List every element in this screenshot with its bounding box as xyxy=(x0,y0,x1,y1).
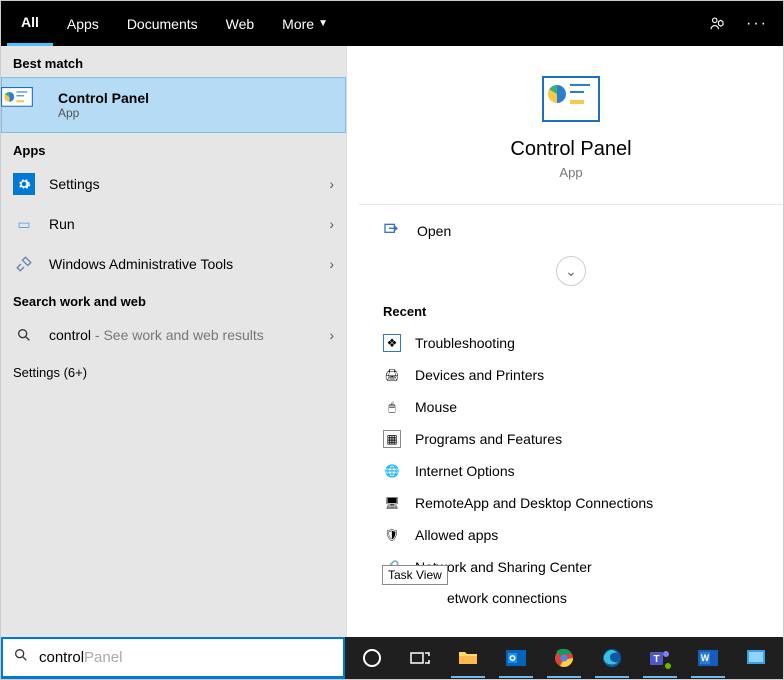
result-label: Settings xyxy=(49,176,329,192)
recent-item[interactable]: etwork connections xyxy=(359,583,783,613)
best-match-title: Control Panel xyxy=(58,90,149,106)
best-match-result[interactable]: Control Panel App xyxy=(1,77,346,133)
recent-header: Recent xyxy=(359,304,783,327)
tab-all[interactable]: All xyxy=(7,1,53,46)
preview-title: Control Panel xyxy=(359,138,783,161)
preview-subtitle: App xyxy=(359,165,783,180)
svg-text:W: W xyxy=(701,653,710,663)
search-input[interactable]: control Panel xyxy=(1,637,345,679)
word-button[interactable]: W xyxy=(685,638,731,678)
chevron-right-icon: › xyxy=(329,256,334,272)
control-panel-icon xyxy=(542,76,600,122)
search-icon xyxy=(13,324,35,346)
best-match-sub: App xyxy=(58,106,149,120)
preview-panel: Control Panel App Open ⌄ Recent ❖Trouble… xyxy=(346,46,783,637)
result-run[interactable]: ▭ Run › xyxy=(1,204,346,244)
svg-text:T: T xyxy=(653,654,659,665)
search-tab-bar: All Apps Documents Web More▼ ··· xyxy=(1,1,783,46)
chevron-right-icon: › xyxy=(329,216,334,232)
apps-header: Apps xyxy=(1,133,346,164)
tab-more[interactable]: More▼ xyxy=(268,1,342,46)
work-web-header: Search work and web xyxy=(1,284,346,315)
task-view-button[interactable] xyxy=(397,638,443,678)
recent-item[interactable]: 🖨Devices and Printers xyxy=(359,359,783,391)
teams-button[interactable]: T xyxy=(637,638,683,678)
file-explorer-button[interactable] xyxy=(445,638,491,678)
search-icon xyxy=(13,647,29,668)
more-options-icon[interactable]: ··· xyxy=(737,15,777,33)
troubleshoot-icon: ❖ xyxy=(383,334,401,352)
admin-tools-icon xyxy=(13,253,35,275)
gear-icon xyxy=(13,173,35,195)
open-label: Open xyxy=(417,223,451,239)
recent-item[interactable]: 🛡Allowed apps xyxy=(359,519,783,551)
separator xyxy=(359,204,783,205)
start-search-window: All Apps Documents Web More▼ ··· Best ma… xyxy=(0,0,784,680)
app-button[interactable] xyxy=(733,638,779,678)
tab-apps[interactable]: Apps xyxy=(53,1,113,46)
programs-icon: ▦ xyxy=(383,430,401,448)
tab-documents[interactable]: Documents xyxy=(113,1,212,46)
result-admin-tools[interactable]: Windows Administrative Tools › xyxy=(1,244,346,284)
control-panel-icon xyxy=(14,89,46,121)
taskview-tooltip: Task View xyxy=(382,565,448,585)
open-action[interactable]: Open xyxy=(359,211,783,250)
settings-more-link[interactable]: Settings (6+) xyxy=(1,355,346,390)
search-typed-text: control xyxy=(39,649,84,666)
mouse-icon: 🖱 xyxy=(383,398,401,416)
recent-item[interactable]: ❖Troubleshooting xyxy=(359,327,783,359)
result-label: Windows Administrative Tools xyxy=(49,256,329,272)
result-label: control - See work and web results xyxy=(49,327,329,343)
outlook-button[interactable] xyxy=(493,638,539,678)
feedback-icon[interactable] xyxy=(697,15,737,33)
chrome-button[interactable] xyxy=(541,638,587,678)
chevron-down-icon: ▼ xyxy=(318,18,328,29)
chevron-right-icon: › xyxy=(329,176,334,192)
search-autocomplete: Panel xyxy=(84,649,122,666)
cortana-button[interactable] xyxy=(349,638,395,678)
tab-web[interactable]: Web xyxy=(212,1,269,46)
firewall-icon: 🛡 xyxy=(383,526,401,544)
remoteapp-icon: 🖥 xyxy=(383,494,401,512)
devices-icon: 🖨 xyxy=(383,366,401,384)
bottom-bar: control Panel T W xyxy=(1,637,783,679)
chevron-right-icon: › xyxy=(329,327,334,343)
recent-item[interactable]: 🖥RemoteApp and Desktop Connections xyxy=(359,487,783,519)
expand-button[interactable]: ⌄ xyxy=(556,256,586,286)
result-label: Run xyxy=(49,216,329,232)
recent-item[interactable]: 🌐Internet Options xyxy=(359,455,783,487)
run-icon: ▭ xyxy=(13,213,35,235)
results-panel: Best match Control Panel App Apps Settin… xyxy=(1,46,346,637)
recent-item[interactable]: 🖱Mouse xyxy=(359,391,783,423)
best-match-header: Best match xyxy=(1,46,346,77)
result-web-search[interactable]: control - See work and web results › xyxy=(1,315,346,355)
taskbar: T W xyxy=(345,637,783,679)
recent-item[interactable]: ▦Programs and Features xyxy=(359,423,783,455)
edge-button[interactable] xyxy=(589,638,635,678)
open-icon xyxy=(383,221,403,240)
chevron-down-icon: ⌄ xyxy=(565,263,577,280)
result-settings[interactable]: Settings › xyxy=(1,164,346,204)
internet-icon: 🌐 xyxy=(383,462,401,480)
